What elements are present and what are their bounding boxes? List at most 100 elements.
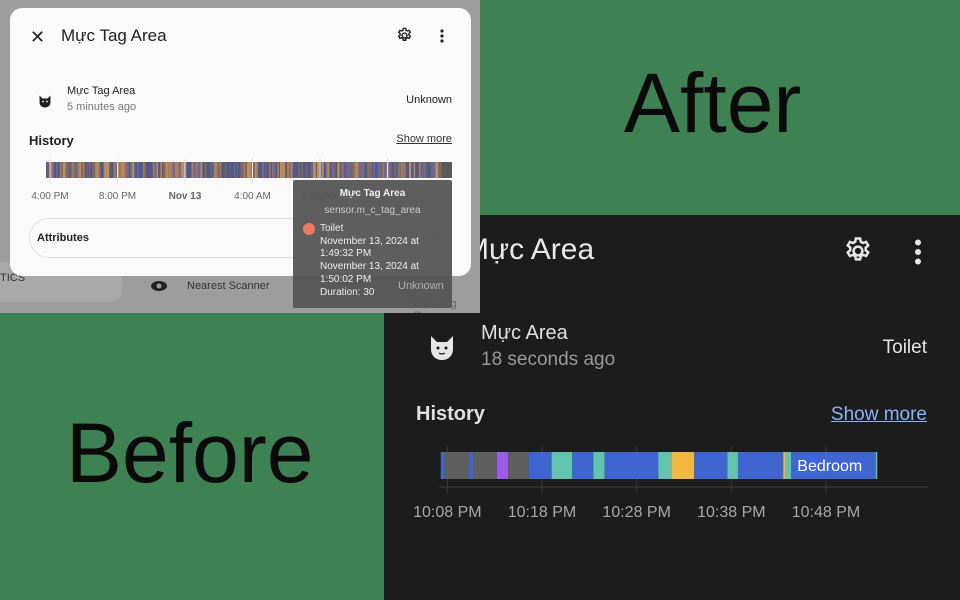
timeline-segment <box>408 162 409 178</box>
timeline-segment <box>875 452 878 479</box>
timeline-segment <box>65 162 67 178</box>
timeline-segment <box>235 162 238 178</box>
timeline-segment <box>68 162 71 178</box>
before-label: Before <box>66 406 314 500</box>
timeline-segment <box>783 452 786 479</box>
timeline-segment <box>79 162 80 178</box>
timeline-segment <box>380 162 383 178</box>
timeline-segment <box>134 162 136 178</box>
timeline-segment <box>170 162 173 178</box>
timeline-segment <box>193 162 196 178</box>
timeline-segment <box>141 162 143 178</box>
timeline-segment <box>658 452 672 479</box>
nearest-scanner-value: Unknown <box>398 280 444 292</box>
timeline-segment <box>87 162 90 178</box>
timeline-segment <box>156 162 158 178</box>
timeline-segment <box>334 162 335 178</box>
timeline-segment <box>393 162 395 178</box>
timeline-segment <box>398 162 400 178</box>
timeline-segment <box>195 162 198 178</box>
timeline-segment <box>354 162 357 178</box>
timeline-segment <box>148 162 150 178</box>
timeline-segment <box>206 162 208 178</box>
timeline-segment <box>164 162 167 178</box>
timeline-segment <box>215 162 218 178</box>
timeline-segment <box>508 452 529 479</box>
timeline-segment <box>321 162 324 178</box>
timeline-segment <box>84 162 87 178</box>
timeline-segment <box>221 162 224 178</box>
timeline-segment <box>253 162 254 178</box>
timeline-segment <box>334 162 336 178</box>
timeline-segment <box>408 162 412 178</box>
timeline-segment <box>56 162 58 178</box>
timeline-segment <box>346 162 349 178</box>
timeline-segment <box>438 162 440 178</box>
timeline-segment <box>52 162 55 178</box>
timeline-segment <box>285 162 287 178</box>
timeline-segment <box>169 162 171 178</box>
timeline-segment <box>253 162 255 178</box>
timeline-segment <box>313 162 316 178</box>
timeline-segment <box>100 162 104 178</box>
timeline-segment <box>226 162 228 178</box>
timeline-segment <box>129 162 130 178</box>
timeline-segment <box>292 162 296 178</box>
timeline-segment <box>138 162 142 178</box>
timeline-segment <box>342 162 344 178</box>
timeline-segment <box>211 162 213 178</box>
timeline-segment <box>415 162 416 178</box>
timeline-segment <box>340 162 342 178</box>
timeline-segment <box>79 162 82 178</box>
timeline-segment <box>286 162 290 178</box>
timeline-segment <box>444 452 469 479</box>
timeline-segment <box>357 162 359 178</box>
timeline-segment <box>416 162 419 178</box>
timeline-segment <box>119 162 120 178</box>
timeline-segment <box>358 162 361 178</box>
timeline-segment <box>257 162 260 178</box>
timeline-segment <box>212 162 214 178</box>
timeline-segment <box>167 162 170 178</box>
timeline-segment <box>54 162 57 178</box>
timeline-segment <box>382 162 385 178</box>
timeline-segment <box>281 162 284 178</box>
timeline-segment <box>290 162 292 178</box>
timeline-segment <box>375 162 378 178</box>
timeline-segment <box>433 162 436 178</box>
timeline-segment <box>70 162 73 178</box>
timeline-segment <box>82 162 85 178</box>
timeline-segment <box>98 162 100 178</box>
timeline-segment <box>377 162 381 178</box>
timeline-segment <box>394 162 396 178</box>
timeline-segment <box>337 162 340 178</box>
timeline-segment <box>356 162 358 178</box>
timeline-segment <box>240 162 243 178</box>
timeline-segment <box>368 162 371 178</box>
timeline-segment <box>384 162 387 178</box>
timeline-segment <box>46 162 48 178</box>
tick-label: 8:00 PM <box>99 191 136 202</box>
timeline-segment <box>185 162 188 178</box>
timeline-segment <box>295 162 297 178</box>
timeline-segment <box>420 162 422 178</box>
timeline-segment <box>129 162 133 178</box>
timeline-segment <box>234 162 236 178</box>
timeline-segment <box>423 162 427 178</box>
timeline-segment <box>391 162 394 178</box>
timeline-segment <box>246 162 250 178</box>
timeline-segment <box>157 162 161 178</box>
timeline-segment <box>473 452 497 479</box>
timeline-segment <box>73 162 76 178</box>
history-timeline[interactable]: 4:00 PM8:00 PMNov 134:00 AM8:00 AM12:00 … <box>10 8 471 208</box>
timeline-segment <box>307 162 309 178</box>
tooltip-state: Toilet <box>320 223 344 234</box>
timeline-segment <box>671 452 695 479</box>
timeline-segment <box>403 162 406 178</box>
timeline-segment <box>111 162 114 178</box>
segment-label: Bedroom <box>797 458 862 475</box>
timeline-segment <box>136 162 138 178</box>
before-screenshot: TICS Nearest Scanner Mực Tag Bern ✕ Mực … <box>0 0 480 313</box>
timeline-segment <box>298 162 301 178</box>
timeline-segment <box>223 162 225 178</box>
